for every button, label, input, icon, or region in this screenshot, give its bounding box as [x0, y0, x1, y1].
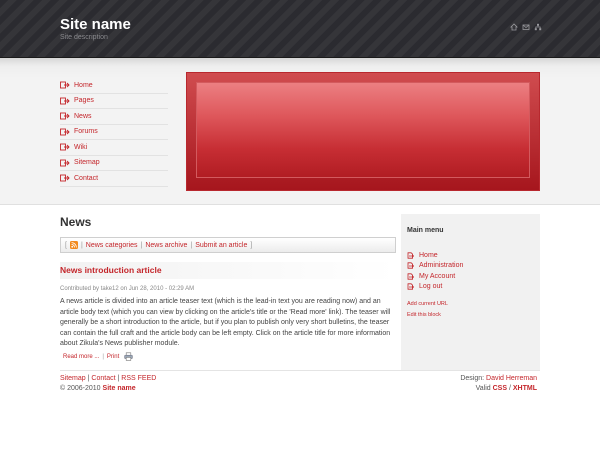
site-name[interactable]: Site name: [60, 16, 131, 33]
menu-item-my-account[interactable]: My Account: [407, 271, 463, 282]
separator: |: [80, 241, 83, 249]
news-archive-link[interactable]: News archive: [145, 242, 187, 249]
site-description: Site description: [60, 34, 108, 41]
nav-item-label: Forums: [74, 128, 98, 136]
bracket-close: ]: [250, 241, 253, 249]
add-current-url-link[interactable]: Add current URL: [407, 301, 448, 307]
arrow-right-icon: [60, 174, 70, 182]
sidebar-title: Main menu: [407, 227, 444, 234]
article-links: Read more ... | Print: [60, 352, 133, 361]
nav-item-label: Pages: [74, 97, 94, 105]
nav-item-sitemap[interactable]: Sitemap: [60, 156, 168, 171]
nav-item-label: Wiki: [74, 143, 88, 151]
arrow-right-icon: [60, 143, 70, 151]
footer-right: Design: David Herreman Valid CSS / XHTML: [460, 374, 537, 394]
print-link[interactable]: Print: [107, 354, 119, 360]
home-icon[interactable]: [510, 23, 518, 31]
valid-xhtml-link[interactable]: XHTML: [513, 385, 537, 392]
network-icon[interactable]: [534, 23, 542, 31]
separator: |: [140, 241, 143, 249]
nav-item-forums[interactable]: Forums: [60, 125, 168, 140]
bracket-open: [: [65, 241, 67, 249]
page-arrow-icon: [407, 273, 414, 280]
article-teaser: A news article is divided into an articl…: [60, 298, 391, 348]
article-byline: Contributed by take12 on Jun 28, 2010 - …: [60, 286, 195, 292]
nav-item-label: Contact: [74, 174, 99, 182]
sidebar-main-menu: Main menu Home Administration My Account…: [401, 214, 540, 370]
printer-icon[interactable]: [124, 352, 133, 361]
footer-rss-link[interactable]: RSS FEED: [121, 375, 156, 382]
separator: |: [102, 353, 104, 360]
nav-item-label: Sitemap: [74, 159, 100, 167]
rss-icon[interactable]: [69, 241, 78, 249]
arrow-right-icon: [60, 159, 70, 167]
arrow-right-icon: [60, 128, 70, 136]
valid-label: Valid: [475, 385, 491, 392]
page-arrow-icon: [407, 283, 414, 290]
page-title: News: [60, 215, 92, 229]
menu-item-administration[interactable]: Administration: [407, 261, 463, 272]
sidebar-menu: Home Administration My Account Log out: [407, 250, 463, 292]
separator: |: [190, 241, 193, 249]
nav-item-pages[interactable]: Pages: [60, 94, 168, 109]
menu-item-label: Administration: [419, 262, 464, 270]
menu-item-log-out[interactable]: Log out: [407, 282, 463, 293]
news-links-bar: [ | News categories | News archive | Sub…: [60, 237, 396, 253]
nav-item-wiki[interactable]: Wiki: [60, 140, 168, 156]
arrow-right-icon: [60, 97, 70, 105]
valid-css-link[interactable]: CSS: [493, 385, 507, 392]
menu-item-label: My Account: [419, 272, 456, 280]
nav-item-label: News: [74, 112, 92, 120]
article-title[interactable]: News introduction article: [60, 265, 162, 275]
page-arrow-icon: [407, 252, 414, 259]
header-banner: [186, 72, 540, 191]
design-label: Design:: [460, 375, 485, 382]
designer-link[interactable]: David Herreman: [486, 375, 537, 382]
edit-block-link[interactable]: Edit this block: [407, 312, 441, 318]
nav-item-news[interactable]: News: [60, 109, 168, 125]
banner-inner: [196, 82, 530, 178]
separator: |: [87, 375, 90, 382]
nav-item-home[interactable]: Home: [60, 78, 168, 94]
main-nav: Home Pages News Forums Wiki Sitemap Cont…: [60, 78, 168, 187]
menu-item-home[interactable]: Home: [407, 250, 463, 261]
footer-site-name[interactable]: Site name: [103, 385, 136, 392]
read-more-link[interactable]: Read more ...: [63, 354, 99, 360]
copyright: © 2006-2010: [60, 385, 101, 392]
site-header: Site name Site description: [0, 0, 600, 58]
footer-divider: [60, 370, 540, 371]
nav-item-label: Home: [74, 81, 93, 89]
news-categories-link[interactable]: News categories: [86, 242, 138, 249]
nav-item-contact[interactable]: Contact: [60, 171, 168, 187]
page-arrow-icon: [407, 262, 414, 269]
separator: |: [117, 375, 120, 382]
footer-left: Sitemap | Contact | RSS FEED © 2006-2010…: [60, 374, 156, 394]
menu-item-label: Log out: [419, 283, 443, 291]
sitemap-icon[interactable]: [522, 23, 530, 31]
arrow-right-icon: [60, 81, 70, 89]
submit-article-link[interactable]: Submit an article: [195, 242, 247, 249]
footer-contact-link[interactable]: Contact: [91, 375, 115, 382]
arrow-right-icon: [60, 112, 70, 120]
header-icons: [510, 23, 542, 31]
menu-item-label: Home: [419, 251, 438, 259]
separator: /: [508, 385, 511, 392]
footer-sitemap-link[interactable]: Sitemap: [60, 375, 86, 382]
